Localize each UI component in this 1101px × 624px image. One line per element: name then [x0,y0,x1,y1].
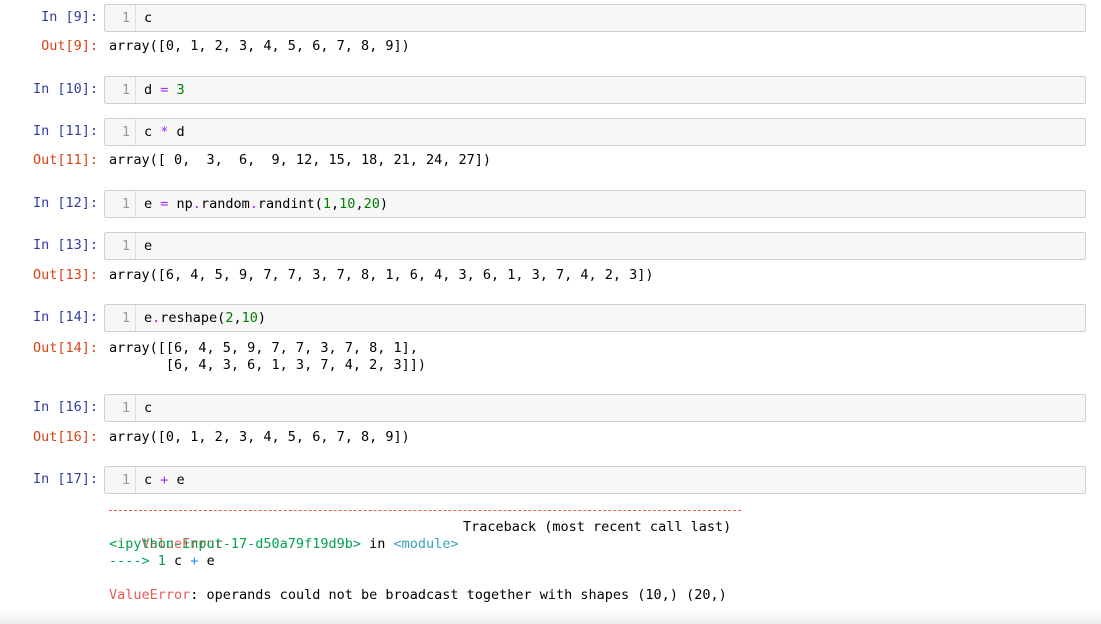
cell-output: array([0, 1, 2, 3, 4, 5, 6, 7, 8, 9]) [109,38,410,54]
line-number: 1 [105,119,136,145]
module-reference: <module> [393,536,459,552]
line-number: 1 [105,467,136,493]
code-token: ) [379,196,388,212]
code-token: d [168,124,185,140]
code-token: c [144,10,153,26]
code-cell-input[interactable]: 1 c * d [104,118,1086,146]
out-prompt: Out[16]: [32,429,98,445]
traceback-header-right: Traceback (most recent call last) [463,519,732,535]
code-text[interactable]: c + e [144,467,185,493]
cell-output: array([[6, 4, 5, 9, 7, 7, 3, 7, 8, 1], [… [109,340,426,373]
error-message: : operands could not be broadcast togeth… [190,587,727,603]
in-prompt: In [11]: [32,123,98,139]
code-token: , [331,196,340,212]
code-token: c [144,124,161,140]
code-token: c [144,400,153,416]
in-prompt: In [16]: [32,399,98,415]
code-token: reshape( [160,310,226,326]
code-text[interactable]: c * d [144,119,185,145]
code-cell-input[interactable]: 1 c + e [104,466,1086,494]
in-prompt: In [9]: [41,9,98,25]
code-token: ) [257,310,266,326]
out-prompt: Out[11]: [32,152,98,168]
line-number: 1 [105,305,136,331]
code-text[interactable]: c [144,5,152,31]
code-cell-input[interactable]: 1 c [104,4,1086,32]
code-operator: . [249,196,258,212]
code-cell-input[interactable]: 1 d = 3 [104,76,1086,104]
traceback-line-number: 1 [149,553,166,569]
code-token: e [168,472,185,488]
code-token: d [144,82,161,98]
code-text[interactable]: e [144,233,152,259]
traceback-location: <ipython-input-17-d50a79f19d9b> in <modu… [109,536,459,553]
code-token: , [355,196,364,212]
code-token: np [168,196,193,212]
code-text[interactable]: e.reshape(2,10) [144,305,266,331]
cell-output: array([6, 4, 5, 9, 7, 7, 3, 7, 8, 1, 6, … [109,267,654,283]
code-number: 20 [363,196,380,212]
traceback-code-line: ----> 1 c + e [109,553,215,570]
error-name: ValueError [109,587,191,603]
traceback-code-a: c [165,553,191,569]
in-prompt: In [10]: [32,81,98,97]
traceback-arrow: ----> [109,553,150,569]
in-prompt: In [17]: [32,471,98,487]
traceback-divider [109,510,741,511]
code-cell-input[interactable]: 1 e.reshape(2,10) [104,304,1086,332]
code-text[interactable]: d = 3 [144,77,185,103]
code-token: e [144,310,153,326]
cell-output: array([0, 1, 2, 3, 4, 5, 6, 7, 8, 9]) [109,429,410,445]
input-reference: <ipython-input-17-d50a79f19d9b> [109,536,361,552]
in-word: in [360,536,394,552]
code-token: randint( [257,196,323,212]
traceback-code-b: e [198,553,215,569]
code-number: 10 [241,310,258,326]
bottom-scroll-shadow [0,610,1101,624]
in-prompt: In [13]: [32,237,98,253]
code-text[interactable]: e = np.random.randint(1,10,20) [144,191,388,217]
out-prompt: Out[9]: [41,38,98,54]
code-operator: . [192,196,201,212]
code-number: 10 [339,196,356,212]
in-prompt: In [14]: [32,309,98,325]
out-prompt: Out[13]: [32,267,98,283]
code-token: e [144,196,161,212]
in-prompt: In [12]: [32,195,98,211]
line-number: 1 [105,5,136,31]
line-number: 1 [105,395,136,421]
code-cell-input[interactable]: 1 e = np.random.randint(1,10,20) [104,190,1086,218]
code-token: , [233,310,242,326]
code-number: 1 [322,196,332,212]
line-number: 1 [105,191,136,217]
code-number: 3 [176,82,185,98]
code-token: e [144,238,153,254]
code-text[interactable]: c [144,395,152,421]
line-number: 1 [105,77,136,103]
code-token: random [200,196,250,212]
out-prompt: Out[14]: [32,340,98,356]
code-cell-input[interactable]: 1 e [104,232,1086,260]
code-cell-input[interactable]: 1 c [104,394,1086,422]
code-token: c [144,472,161,488]
cell-output: array([ 0, 3, 6, 9, 12, 15, 18, 21, 24, … [109,152,492,168]
error-message-line: ValueError: operands could not be broadc… [109,587,727,604]
line-number: 1 [105,233,136,259]
